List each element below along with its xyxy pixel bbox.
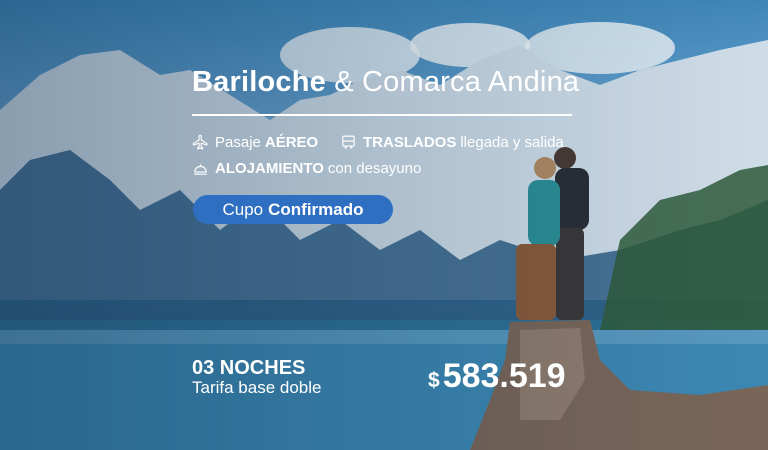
feature-lodging-post: con desayuno (327, 160, 422, 177)
destination-title: Bariloche & Comarca Andina (192, 66, 579, 99)
availability-badge-bold: Confirmado (268, 199, 364, 219)
availability-badge-light: Cupo (222, 199, 264, 219)
destination-title-rest: & Comarca Andina (325, 66, 580, 98)
price-tag: $ 583.519 (428, 357, 566, 396)
price-currency: $ (428, 369, 440, 392)
fare-basis: Tarifa base doble (192, 378, 322, 397)
destination-title-bold: Bariloche (192, 66, 326, 98)
price-value: 583.519 (442, 357, 566, 395)
bus-icon (342, 135, 355, 149)
feature-lodging: ALOJAMIENTO con desayuno (192, 160, 421, 177)
title-divider (192, 114, 572, 116)
feature-transfers-bold: TRASLADOS (363, 134, 457, 151)
feature-transfers: TRASLADOS llegada y salida (340, 134, 564, 151)
promo-banner: Bariloche & Comarca Andina Pasaje AÉREO … (0, 0, 768, 450)
feature-lodging-bold: ALOJAMIENTO (215, 160, 324, 177)
feature-transfers-post: llegada y salida (460, 134, 564, 151)
availability-badge: Cupo Confirmado (193, 195, 393, 224)
bell-icon (194, 164, 207, 175)
plane-icon (192, 134, 208, 150)
feature-flight-pre: Pasaje (215, 134, 261, 151)
feature-flight-bold: AÉREO (264, 134, 319, 151)
feature-flight: Pasaje AÉREO (192, 134, 322, 151)
nights-count: 03 NOCHES (192, 357, 306, 379)
